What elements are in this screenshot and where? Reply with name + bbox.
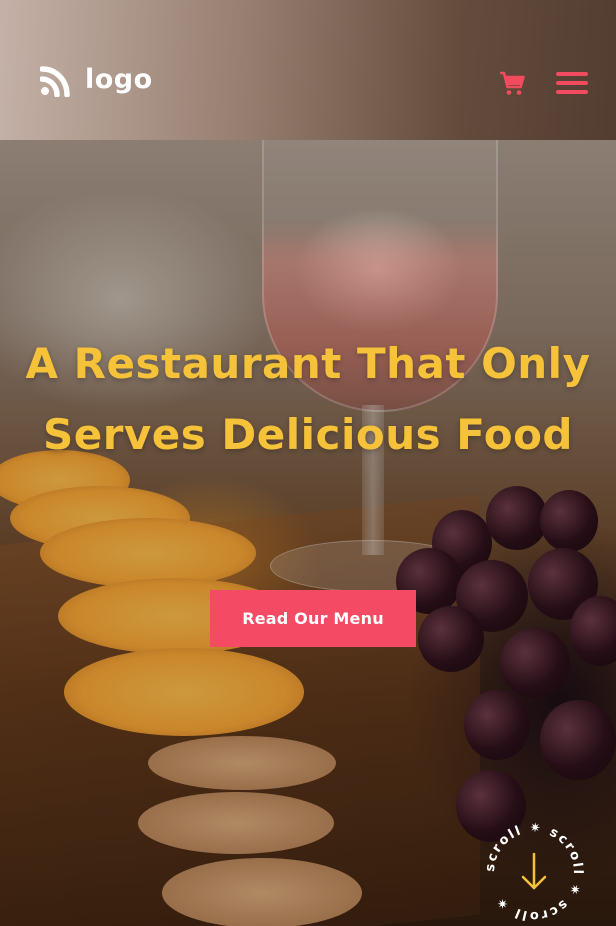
read-menu-button[interactable]: Read Our Menu bbox=[210, 590, 416, 647]
logo-text: logo bbox=[85, 63, 153, 95]
hamburger-menu-icon[interactable] bbox=[556, 72, 588, 94]
scroll-badge[interactable]: scroll ✷ scroll ✷ scroll ✷ bbox=[480, 818, 588, 926]
page: logo A Restaurant That Only Serves Delic… bbox=[0, 0, 616, 926]
wifi-wave-logo-icon bbox=[40, 66, 70, 97]
arrow-down-icon bbox=[521, 852, 547, 890]
site-header: logo bbox=[0, 0, 616, 140]
logo[interactable]: logo bbox=[40, 61, 153, 97]
shopping-cart-icon[interactable] bbox=[498, 69, 526, 97]
hero-title: A Restaurant That Only Serves Delicious … bbox=[25, 339, 591, 459]
